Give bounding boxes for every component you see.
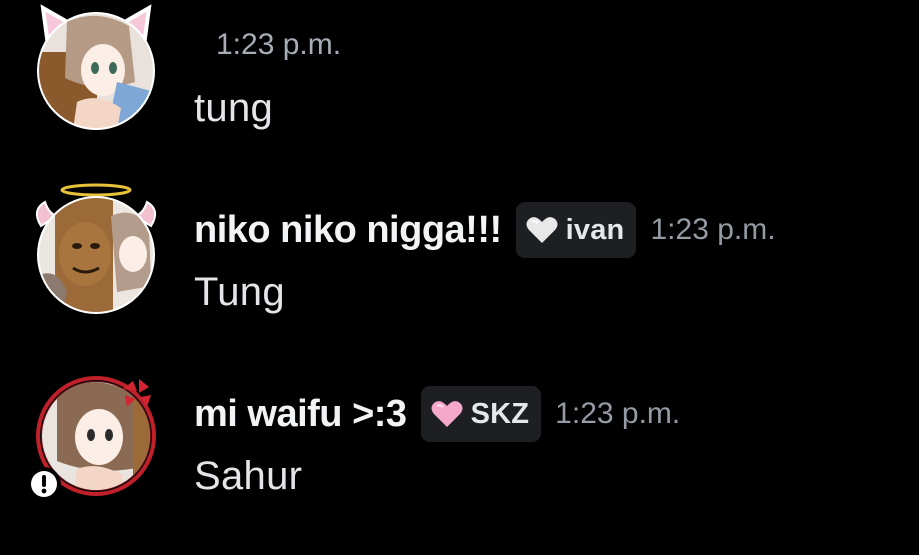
message-content: Sahur [194, 454, 303, 498]
message-timestamp: 1:23 p.m. [650, 213, 776, 246]
username[interactable]: mi waifu >:3 [194, 393, 407, 436]
user-avatar[interactable] [27, 376, 156, 501]
alert-status-icon [27, 467, 61, 501]
anime-halo-avatar-icon [35, 183, 157, 314]
server-tag-badge[interactable]: ivan [515, 202, 637, 258]
message-content: tung [194, 86, 274, 130]
white-heart-icon [526, 217, 558, 243]
message-header: 1:23 p.m. [194, 28, 341, 62]
message-content: Tung [194, 270, 285, 314]
user-avatar[interactable] [35, 183, 157, 314]
message-timestamp: 1:23 p.m. [216, 28, 342, 61]
message-header: niko niko nigga!!! ivan 1:23 p.m. [194, 202, 776, 258]
message-header: mi waifu >:3 SKZ 1:23 p.m. [194, 386, 680, 442]
username[interactable]: niko niko nigga!!! [194, 209, 502, 252]
pink-heart-icon [431, 401, 463, 427]
message-timestamp: 1:23 p.m. [555, 397, 681, 430]
server-tag-label: SKZ [470, 397, 530, 430]
anime-cat-ears-avatar-icon [37, 4, 155, 130]
server-tag-badge[interactable]: SKZ [420, 386, 542, 442]
server-tag-label: ivan [565, 213, 625, 246]
user-avatar[interactable] [37, 4, 155, 130]
